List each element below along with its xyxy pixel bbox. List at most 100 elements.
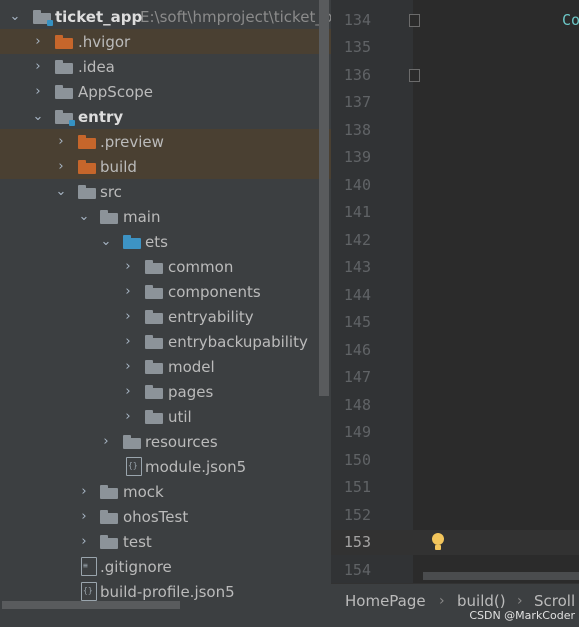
folder-icon xyxy=(55,85,73,99)
tree-item-util[interactable]: › util xyxy=(0,404,331,429)
tree-item-hvigor[interactable]: › .hvigor xyxy=(0,29,331,54)
tree-item-model[interactable]: › model xyxy=(0,354,331,379)
line-number: 144 xyxy=(343,286,371,304)
chevron-right-icon[interactable]: › xyxy=(121,384,135,399)
text-file-icon: ≡ xyxy=(81,557,97,576)
line-number: 151 xyxy=(343,478,371,496)
tree-item-label: .idea xyxy=(78,57,115,76)
tree-item-ets[interactable]: ⌄ ets xyxy=(0,229,331,254)
tree-item-preview[interactable]: › .preview xyxy=(0,129,331,154)
chevron-down-icon[interactable]: ⌄ xyxy=(77,209,91,224)
chevron-right-icon[interactable]: › xyxy=(121,284,135,299)
source-folder-icon xyxy=(123,235,141,249)
chevron-right-icon[interactable]: › xyxy=(121,359,135,374)
tree-item-label: ets xyxy=(145,232,168,251)
tree-item-gitignore[interactable]: ≡ .gitignore xyxy=(0,554,331,579)
line-number: 141 xyxy=(343,203,371,221)
chevron-right-icon: › xyxy=(439,593,445,609)
folder-icon xyxy=(100,535,118,549)
editor-horizontal-scrollbar[interactable] xyxy=(423,572,579,580)
breadcrumb: HomePage › build() › Scroll CSDN @MarkCo… xyxy=(331,583,579,627)
chevron-down-icon[interactable]: ⌄ xyxy=(54,184,68,199)
line-number: 140 xyxy=(343,176,371,194)
excluded-folder-icon xyxy=(78,135,96,149)
tree-item-components[interactable]: › components xyxy=(0,279,331,304)
resources-folder-icon xyxy=(123,435,141,449)
tree-item-common[interactable]: › common xyxy=(0,254,331,279)
line-number: 136 xyxy=(343,66,371,84)
breadcrumb-item-build[interactable]: build() xyxy=(457,592,506,610)
lightbulb-icon[interactable] xyxy=(431,533,445,553)
tree-item-label: .preview xyxy=(100,132,164,151)
tree-item-ohostest[interactable]: › ohosTest xyxy=(0,504,331,529)
json-file-icon: {} xyxy=(81,582,97,601)
chevron-down-icon[interactable]: ⌄ xyxy=(8,9,22,24)
chevron-right-icon[interactable]: › xyxy=(31,59,45,74)
chevron-right-icon[interactable]: › xyxy=(99,434,113,449)
folder-icon xyxy=(100,510,118,524)
tree-item-appscope[interactable]: › AppScope xyxy=(0,79,331,104)
tree-item-label: resources xyxy=(145,432,218,451)
tree-item-label: ticket_app xyxy=(55,7,143,26)
module-folder-icon xyxy=(55,110,75,126)
chevron-right-icon[interactable]: › xyxy=(121,309,135,324)
code-editor[interactable]: 134 135 136 137 138 139 140 141 142 143 … xyxy=(331,0,579,626)
tree-item-test[interactable]: › test xyxy=(0,529,331,554)
tree-item-label: AppScope xyxy=(78,82,153,101)
tree-item-main[interactable]: ⌄ main xyxy=(0,204,331,229)
line-number: 142 xyxy=(343,231,371,249)
tree-item-label: components xyxy=(168,282,261,301)
project-panel: ⌄ ticket_app E:\soft\hmproject\ticket_p … xyxy=(0,0,331,626)
tree-item-pages[interactable]: › pages xyxy=(0,379,331,404)
line-number: 146 xyxy=(343,341,371,359)
module-folder-icon xyxy=(33,10,53,26)
tree-item-label: mock xyxy=(123,482,164,501)
tree-item-build[interactable]: › build xyxy=(0,154,331,179)
chevron-right-icon[interactable]: › xyxy=(77,534,91,549)
tree-item-entrybackupability[interactable]: › entrybackupability xyxy=(0,329,331,354)
tree-item-label: build xyxy=(100,157,137,176)
tree-item-label: .hvigor xyxy=(78,32,131,51)
folder-icon xyxy=(145,360,163,374)
breadcrumb-item-homepage[interactable]: HomePage xyxy=(345,592,426,610)
tree-item-src[interactable]: ⌄ src xyxy=(0,179,331,204)
tree-item-entry[interactable]: ⌄ entry xyxy=(0,104,331,129)
chevron-down-icon[interactable]: ⌄ xyxy=(99,234,113,249)
tree-item-idea[interactable]: › .idea xyxy=(0,54,331,79)
folder-icon xyxy=(145,285,163,299)
line-number: 137 xyxy=(343,93,371,111)
line-number: 134 xyxy=(343,11,371,29)
chevron-right-icon[interactable]: › xyxy=(31,84,45,99)
chevron-right-icon[interactable]: › xyxy=(54,159,68,174)
chevron-right-icon[interactable]: › xyxy=(77,509,91,524)
chevron-right-icon[interactable]: › xyxy=(77,484,91,499)
line-number: 138 xyxy=(343,121,371,139)
chevron-right-icon[interactable]: › xyxy=(54,134,68,149)
folder-icon xyxy=(100,485,118,499)
line-number: 147 xyxy=(343,368,371,386)
breadcrumb-item-scroll[interactable]: Scroll xyxy=(534,592,575,610)
chevron-right-icon: › xyxy=(517,593,523,609)
vertical-scrollbar[interactable] xyxy=(319,0,329,396)
tree-item-label: entry xyxy=(78,107,124,126)
excluded-folder-icon xyxy=(55,35,73,49)
tree-item-module-json5[interactable]: {} module.json5 xyxy=(0,454,331,479)
folder-icon xyxy=(145,335,163,349)
tree-item-ticket-app[interactable]: ⌄ ticket_app E:\soft\hmproject\ticket_p xyxy=(0,4,331,29)
line-number: 150 xyxy=(343,451,371,469)
tree-item-resources[interactable]: › resources xyxy=(0,429,331,454)
chevron-right-icon[interactable]: › xyxy=(31,34,45,49)
folder-icon xyxy=(145,260,163,274)
tree-item-label: main xyxy=(123,207,161,226)
chevron-right-icon[interactable]: › xyxy=(121,409,135,424)
chevron-down-icon[interactable]: ⌄ xyxy=(31,109,45,124)
fold-marker-icon[interactable] xyxy=(409,69,420,82)
tree-item-label: ohosTest xyxy=(123,507,189,526)
chevron-right-icon[interactable]: › xyxy=(121,259,135,274)
horizontal-scrollbar[interactable] xyxy=(2,601,180,609)
tree-item-mock[interactable]: › mock xyxy=(0,479,331,504)
line-number: 135 xyxy=(343,38,371,56)
chevron-right-icon[interactable]: › xyxy=(121,334,135,349)
fold-marker-icon[interactable] xyxy=(409,14,420,27)
tree-item-entryability[interactable]: › entryability xyxy=(0,304,331,329)
